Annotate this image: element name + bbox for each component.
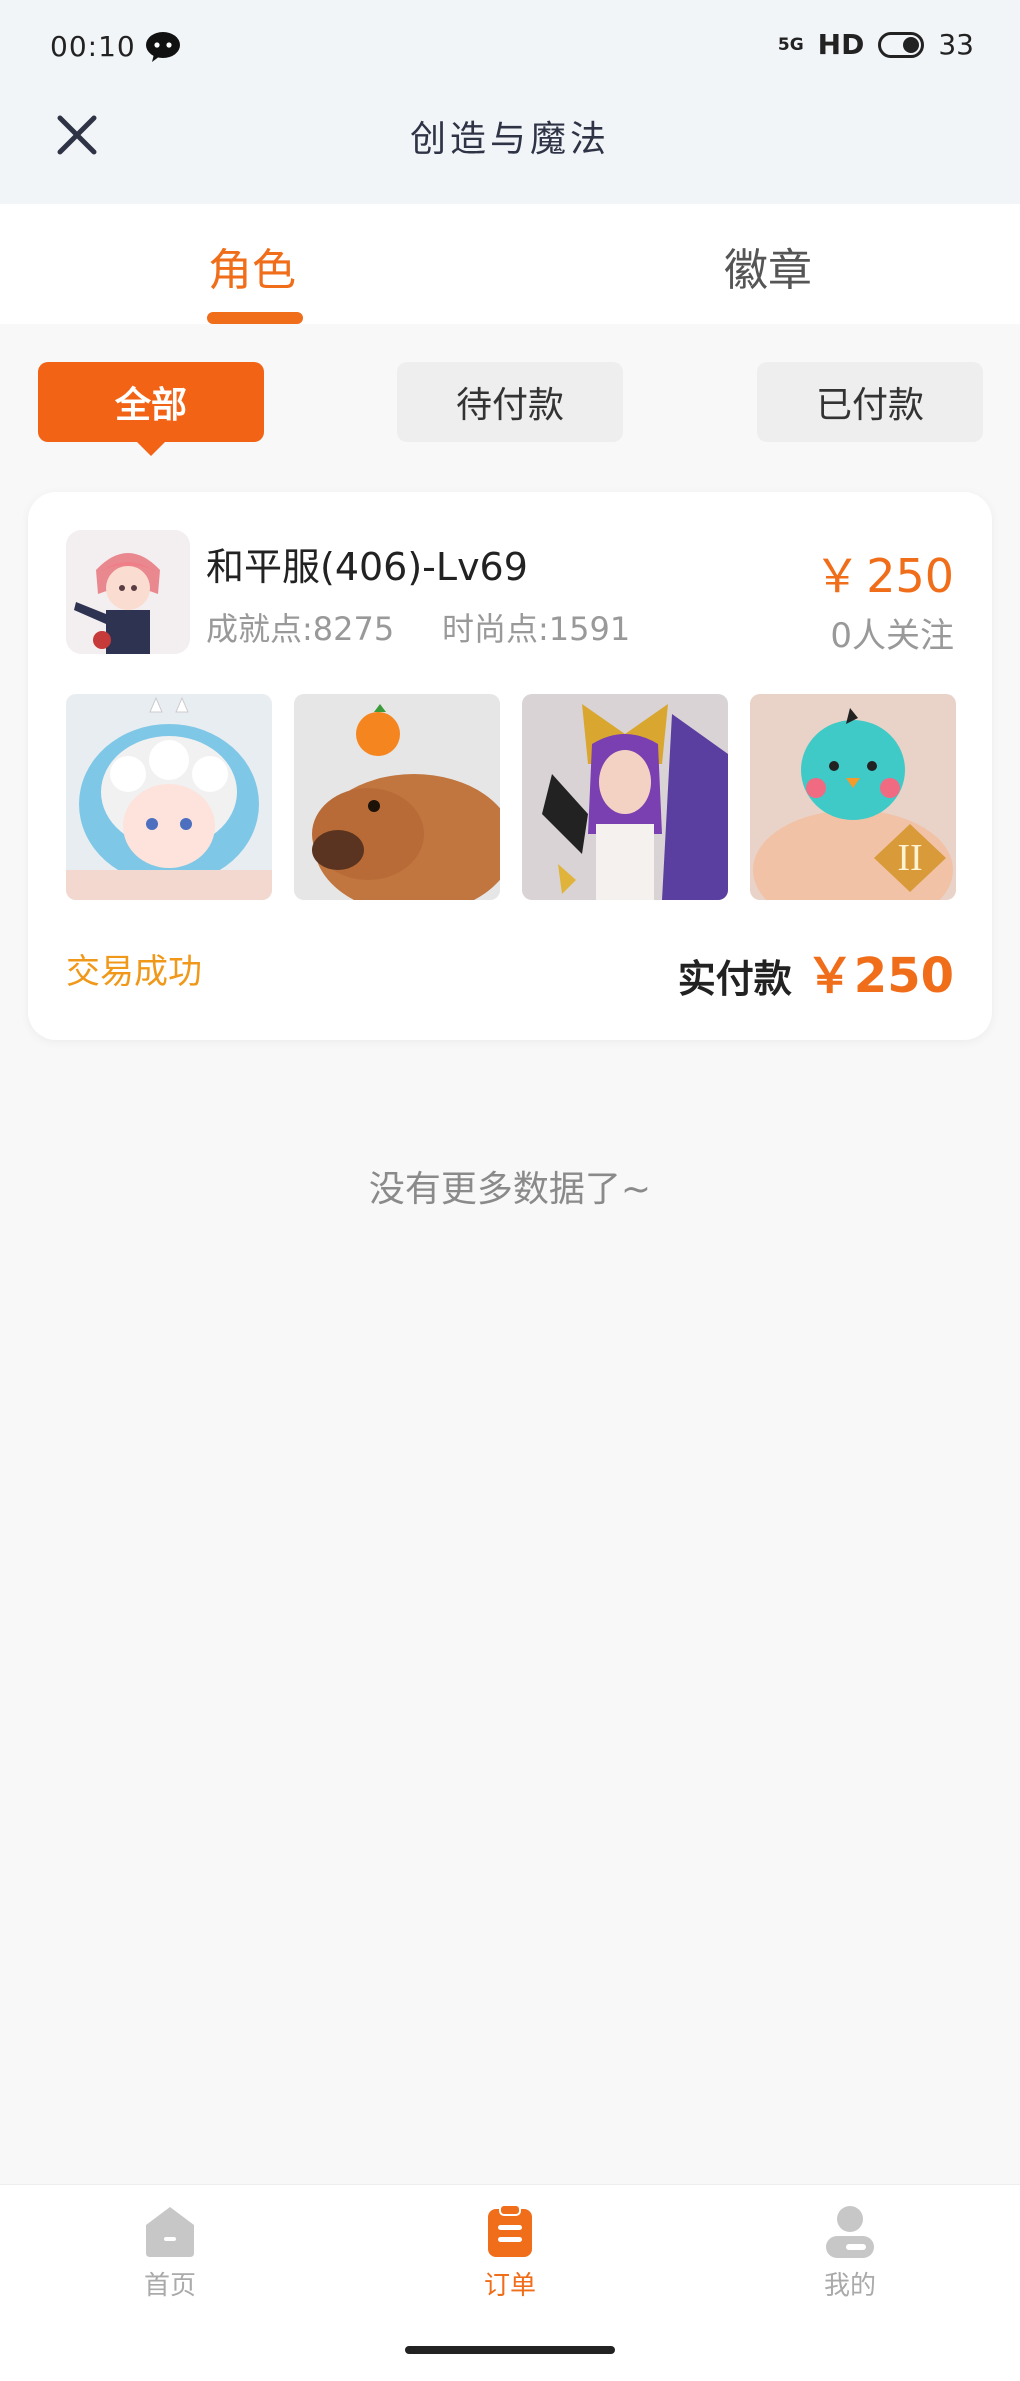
fashion-points: 时尚点:1591 xyxy=(442,610,631,648)
character-avatar xyxy=(66,530,190,654)
hd-indicator: HD xyxy=(817,28,865,61)
tab-role[interactable]: 角色 xyxy=(208,234,296,298)
nav-home[interactable]: 首页 xyxy=(100,2203,240,2302)
home-indicator xyxy=(405,2346,615,2354)
tab-badge[interactable]: 徽章 xyxy=(724,234,812,298)
no-more-data-text: 没有更多数据了~ xyxy=(368,1169,652,1210)
order-icon xyxy=(488,2204,532,2257)
paid-label: 实付款 xyxy=(677,957,792,1001)
filter-paid-button[interactable]: 已付款 xyxy=(757,362,983,442)
chat-icon xyxy=(144,30,182,64)
nav-mine[interactable]: 我的 xyxy=(780,2203,920,2302)
home-icon xyxy=(146,2207,194,2257)
battery-level: 33 xyxy=(938,28,974,61)
profile-icon xyxy=(826,2206,874,2258)
server-title: 和平服(406)-Lv69 xyxy=(206,545,528,589)
nav-order[interactable]: 订单 xyxy=(440,2203,580,2302)
thumbnail-capybara[interactable] xyxy=(294,694,500,900)
page-title: 创造与魔法 xyxy=(409,119,610,160)
order-card[interactable]: 和平服(406)-Lv69 成就点:8275 时尚点:1591 ￥ 250 0人… xyxy=(28,492,992,1040)
paid-price: ￥250 xyxy=(805,948,954,1004)
paid-summary: 实付款 ￥250 xyxy=(678,936,954,1006)
trade-status: 交易成功 xyxy=(66,952,202,992)
signal-icon: 5G xyxy=(777,34,804,55)
follower-count: 0人关注 xyxy=(830,616,954,656)
price-value: 250 xyxy=(866,549,954,603)
filter-pointer xyxy=(135,440,167,456)
svg-text:II: II xyxy=(897,837,922,879)
status-time: 00:10 xyxy=(50,30,136,63)
nav-home-label: 首页 xyxy=(143,2271,196,2301)
item-price: ￥ 250 xyxy=(814,540,954,606)
price-symbol: ￥ xyxy=(814,549,861,603)
nav-order-label: 订单 xyxy=(483,2271,536,2301)
tab-bar: 角色 徽章 xyxy=(0,204,1020,324)
nav-mine-label: 我的 xyxy=(823,2271,876,2301)
thumbnail-character-1[interactable] xyxy=(66,694,272,900)
thumbnail-row: II xyxy=(66,694,956,900)
status-right: 5G HD 33 xyxy=(778,28,974,61)
battery-toggle-icon xyxy=(878,31,925,58)
tab-underline xyxy=(207,312,303,324)
thumbnail-bird-head[interactable]: II xyxy=(750,694,956,900)
filter-pending-button[interactable]: 待付款 xyxy=(397,362,623,442)
thumbnail-pharaoh[interactable] xyxy=(522,694,728,900)
filter-all-button[interactable]: 全部 xyxy=(38,362,264,442)
achievement-points: 成就点:8275 xyxy=(206,610,395,648)
